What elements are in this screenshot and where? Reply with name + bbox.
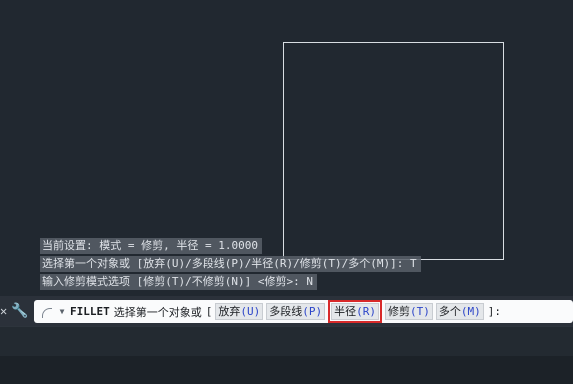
close-icon[interactable]: ✕ — [0, 302, 10, 320]
option-trim-key: (T) — [410, 305, 430, 318]
history-line-3: 输入修剪模式选项 [修剪(T)/不修剪(N)] <修剪>: N — [40, 274, 317, 290]
option-trim[interactable]: 修剪(T) — [385, 303, 433, 320]
command-prompt-icon — [38, 305, 52, 319]
option-undo-label: 放弃 — [218, 305, 241, 318]
rectangle-object[interactable] — [283, 42, 504, 260]
option-multiple[interactable]: 多个(M) — [435, 303, 484, 320]
option-undo[interactable]: 放弃(U) — [215, 303, 264, 320]
status-bar — [0, 326, 573, 356]
option-undo-key: (U) — [240, 305, 261, 318]
history-line-2: 选择第一个对象或 [放弃(U)/多段线(P)/半径(R)/修剪(T)/多个(M)… — [40, 256, 421, 272]
history-line-1: 当前设置: 模式 = 修剪, 半径 = 1.0000 — [40, 238, 262, 254]
close-bracket: ]: — [487, 305, 501, 318]
wrench-icon[interactable]: 🔧 — [11, 302, 29, 320]
option-polyline-key: (P) — [302, 305, 323, 318]
chevron-down-icon[interactable]: ▼ — [56, 307, 68, 316]
open-bracket: [ — [205, 305, 213, 318]
command-input[interactable]: ▼ FILLET 选择第一个对象或 [ 放弃(U) 多段线(P) 半径(R) 修… — [34, 300, 573, 323]
command-name: FILLET — [70, 305, 110, 318]
option-radius-key: (R) — [356, 305, 376, 318]
command-history: 当前设置: 模式 = 修剪, 半径 = 1.0000 选择第一个对象或 [放弃(… — [40, 238, 421, 292]
option-polyline-label: 多段线 — [269, 305, 303, 318]
option-radius-label: 半径 — [334, 305, 357, 318]
bottom-area — [0, 356, 573, 384]
command-prompt-text: 选择第一个对象或 — [113, 305, 202, 319]
option-multiple-label: 多个 — [438, 305, 461, 318]
option-radius[interactable]: 半径(R) — [328, 300, 382, 323]
option-trim-label: 修剪 — [388, 305, 410, 318]
option-multiple-key: (M) — [460, 305, 481, 318]
option-polyline[interactable]: 多段线(P) — [266, 303, 326, 320]
drawing-canvas[interactable]: 当前设置: 模式 = 修剪, 半径 = 1.0000 选择第一个对象或 [放弃(… — [0, 0, 573, 296]
